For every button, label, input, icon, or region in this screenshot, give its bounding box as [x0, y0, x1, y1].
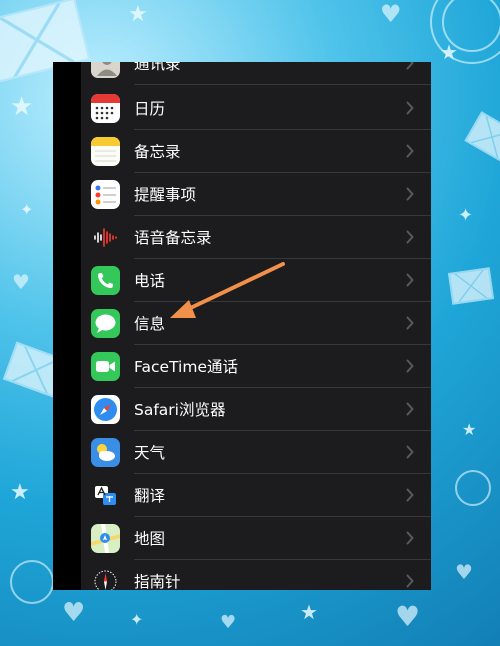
star-decoration: ★ [462, 420, 477, 439]
swirl-decoration [455, 470, 491, 506]
translate-icon [91, 481, 120, 510]
settings-apps-list: 通讯录 日历 备忘录 提醒事项 语音备忘录 电话 信息 FaceTime通话 S… [81, 62, 431, 590]
messages-icon [91, 309, 120, 338]
star-decoration: ✦ [20, 200, 34, 219]
chevron-right-icon [406, 230, 414, 244]
settings-row-label: 通讯录 [134, 62, 181, 73]
settings-row-contacts[interactable]: 通讯录 [81, 62, 431, 85]
swirl-decoration [10, 560, 54, 604]
chevron-right-icon [406, 187, 414, 201]
reminders-icon [91, 180, 120, 209]
chevron-right-icon [406, 574, 414, 588]
heart-decoration: ♥ [395, 600, 421, 633]
settings-row-facetime[interactable]: FaceTime通话 [81, 345, 431, 388]
settings-row-label: 电话 [134, 272, 166, 290]
maps-icon [91, 524, 120, 553]
chevron-right-icon [406, 402, 414, 416]
star-decoration: ✦ [458, 205, 474, 226]
settings-row-label: 天气 [134, 444, 166, 462]
settings-row-label: 地图 [134, 530, 166, 548]
settings-row-messages[interactable]: 信息 [81, 302, 431, 345]
settings-row-safari[interactable]: Safari浏览器 [81, 388, 431, 431]
safari-icon [91, 395, 120, 424]
star-decoration: ★ [128, 2, 148, 27]
chevron-right-icon [406, 445, 414, 459]
chevron-right-icon [406, 316, 414, 330]
star-decoration: ★ [10, 480, 30, 505]
chevron-right-icon [406, 273, 414, 287]
heart-decoration: ♥ [455, 560, 473, 584]
notes-icon [91, 137, 120, 166]
heart-decoration: ♥ [62, 598, 86, 628]
settings-row-label: 翻译 [134, 487, 166, 505]
settings-row-compass[interactable]: 指南针 [81, 560, 431, 590]
settings-row-label: FaceTime通话 [134, 358, 238, 376]
settings-row-label: Safari浏览器 [134, 401, 226, 419]
chevron-right-icon [406, 62, 414, 70]
phone-screen: 通讯录 日历 备忘录 提醒事项 语音备忘录 电话 信息 FaceTime通话 S… [53, 62, 431, 590]
star-decoration: ★ [300, 600, 318, 624]
chevron-right-icon [406, 359, 414, 373]
heart-decoration: ♥ [220, 612, 237, 633]
settings-row-calendar[interactable]: 日历 [81, 87, 431, 130]
settings-row-reminders[interactable]: 提醒事项 [81, 173, 431, 216]
settings-row-notes[interactable]: 备忘录 [81, 130, 431, 173]
settings-row-translate[interactable]: 翻译 [81, 474, 431, 517]
compass-icon [91, 567, 120, 590]
chevron-right-icon [406, 488, 414, 502]
settings-row-weather[interactable]: 天气 [81, 431, 431, 474]
chevron-right-icon [406, 531, 414, 545]
star-decoration: ★ [440, 40, 458, 64]
facetime-icon [91, 352, 120, 381]
heart-decoration: ♥ [380, 0, 402, 28]
settings-row-label: 语音备忘录 [134, 229, 212, 247]
envelope-decoration [447, 267, 495, 305]
settings-row-label: 提醒事项 [134, 186, 197, 204]
chevron-right-icon [406, 144, 414, 158]
settings-row-voice-memos[interactable]: 语音备忘录 [81, 216, 431, 259]
heart-decoration: ♥ [12, 270, 30, 294]
chevron-right-icon [406, 101, 414, 115]
envelope-decoration [464, 111, 500, 163]
phone-icon [91, 266, 120, 295]
contacts-icon [91, 62, 120, 78]
weather-icon [91, 438, 120, 467]
voice-memos-icon [91, 223, 120, 252]
settings-row-maps[interactable]: 地图 [81, 517, 431, 560]
settings-row-phone[interactable]: 电话 [81, 259, 431, 302]
star-decoration: ★ [10, 92, 34, 122]
calendar-icon [91, 94, 120, 123]
settings-row-label: 日历 [134, 100, 166, 118]
settings-row-label: 指南针 [134, 573, 181, 590]
row-separator [134, 84, 431, 85]
settings-row-label: 备忘录 [134, 143, 181, 161]
settings-row-label: 信息 [134, 315, 166, 333]
star-decoration: ✦ [130, 610, 144, 629]
